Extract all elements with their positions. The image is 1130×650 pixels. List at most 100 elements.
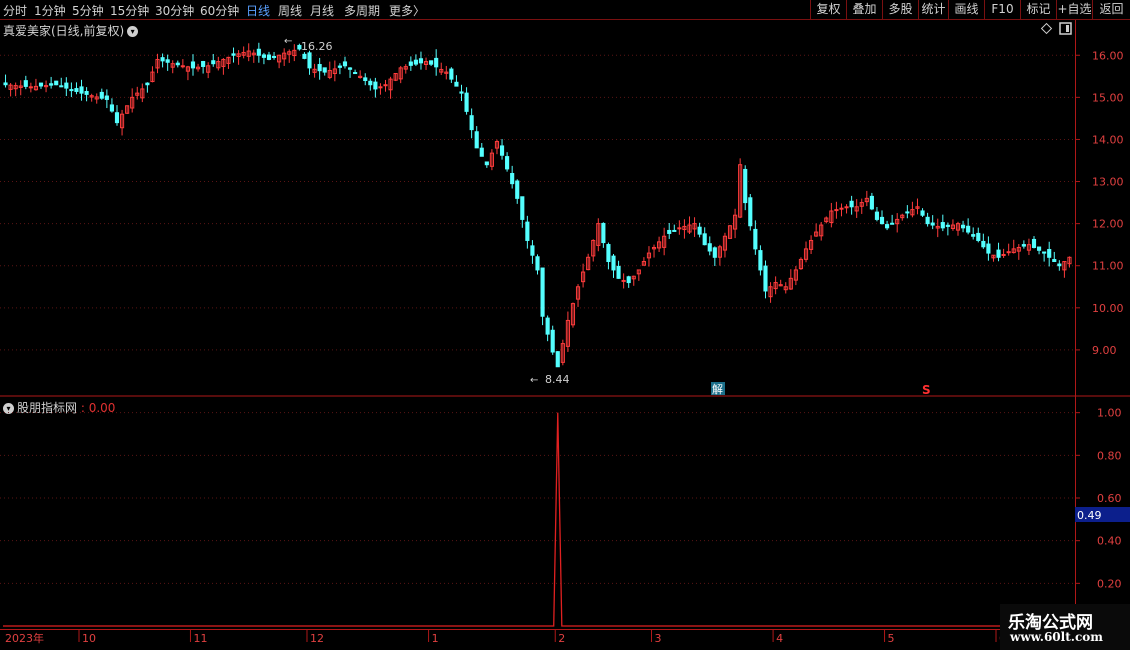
candle-body [793,269,798,281]
candle-body [879,216,885,225]
candle-body [444,71,449,74]
candle-body [940,222,945,229]
candle-body [930,222,935,226]
button-statistics[interactable]: 统计 [918,0,948,19]
candle-body [1021,244,1026,247]
candle-body [150,71,155,83]
candle-body [631,275,636,280]
candle-body [201,61,206,67]
candle-body [976,232,981,241]
price-axis: 16.00 15.00 14.00 13.00 12.00 11.00 10.00 9.00 [1075,49,1124,357]
candle-body [560,343,565,363]
price-tick-label: 12.00 [1092,218,1124,231]
price-tick-label: 13.00 [1092,176,1124,189]
sell-marker[interactable]: S [922,383,931,397]
candle-body [135,92,140,96]
candle-body [996,249,1001,258]
jie-marker[interactable]: 解 [712,382,723,396]
tab-1min[interactable]: 1分钟 [34,2,66,19]
button-overlay[interactable]: 叠加 [846,0,882,19]
price-tick-label: 10.00 [1092,302,1124,315]
low-annotation: ← 8.44 [530,373,570,386]
candle-body [667,229,672,234]
candle-body [738,164,743,218]
candle-body [353,72,358,75]
candle-body [373,81,378,90]
time-tick-label: 11 [193,632,207,645]
candle-body [971,234,976,237]
panel-toggle-icon[interactable] [1059,22,1072,35]
candle-body [763,265,768,292]
candle-body [277,54,282,63]
candle-body [895,218,900,225]
candle-body [266,54,272,60]
tab-weekly[interactable]: 周线 [278,2,302,19]
candle-body [1026,244,1032,251]
candle-body [505,156,510,170]
candle-body [672,229,677,232]
candle-body [885,224,890,229]
candle-body [905,211,910,214]
button-mark[interactable]: 标记 [1020,0,1056,19]
candle-body [368,80,373,86]
candle-body [74,88,79,92]
candle-body [43,85,49,88]
candle-body [910,209,915,216]
candle-body [206,65,211,73]
candle-body [900,214,905,219]
candle-body [920,210,925,216]
button-multi-stock[interactable]: 多股 [882,0,918,19]
tab-30min[interactable]: 30分钟 [155,2,194,19]
tab-daily[interactable]: 日线 [246,2,270,19]
candle-body [834,209,839,212]
chevron-down-icon[interactable]: ▾ [127,26,139,37]
candle-body [459,91,464,94]
candle-body [646,252,652,259]
candle-body [1036,246,1042,251]
candle-body [327,70,332,78]
candle-body [155,58,160,69]
button-fuquan[interactable]: 复权 [810,0,846,19]
candle-body [961,224,966,229]
chevron-down-icon[interactable]: ▾ [3,403,14,414]
tab-fenshi[interactable]: 分时 [3,2,27,19]
candle-body [520,196,525,220]
candle-body [342,61,348,67]
candle-body [692,223,697,230]
candle-body [479,147,484,157]
main-grid [0,54,1075,351]
candle-body [79,86,84,94]
tab-15min[interactable]: 15分钟 [110,2,149,19]
candle-body [611,255,616,271]
candle-body [49,83,54,86]
candle-body [707,243,712,252]
button-add-watchlist[interactable]: +自选 [1056,0,1092,19]
diamond-icon[interactable] [1040,22,1053,35]
time-tick-label: 3 [654,632,661,645]
tab-5min[interactable]: 5分钟 [72,2,104,19]
time-tick-label: 1 [432,632,439,645]
button-f10[interactable]: F10 [984,0,1020,19]
candle-body [621,279,626,282]
candle-body [1052,259,1057,263]
period-toolbar: 分时 1分钟 5分钟 15分钟 30分钟 60分钟 日线 周线 月线 多周期 更… [0,0,1130,20]
tab-60min[interactable]: 60分钟 [200,2,239,19]
candle-body [332,68,337,75]
candle-body [1031,238,1037,248]
tab-monthly[interactable]: 月线 [310,2,334,19]
candle-body [722,235,728,251]
candle-body [986,243,991,254]
candle-body [312,68,317,73]
tab-more[interactable]: 更多〉 [389,2,425,19]
candle-body [570,303,576,326]
candle-body [165,59,170,63]
button-back[interactable]: 返回 [1092,0,1130,19]
tab-multi-period[interactable]: 多周期 [344,2,380,19]
candle-body [18,85,23,88]
button-draw-line[interactable]: 画线 [948,0,984,19]
price-tick-label: 14.00 [1092,133,1124,146]
candle-body [494,141,500,149]
candle-body [104,95,109,100]
low-tag: ← [530,375,538,386]
candle-body [581,271,586,283]
